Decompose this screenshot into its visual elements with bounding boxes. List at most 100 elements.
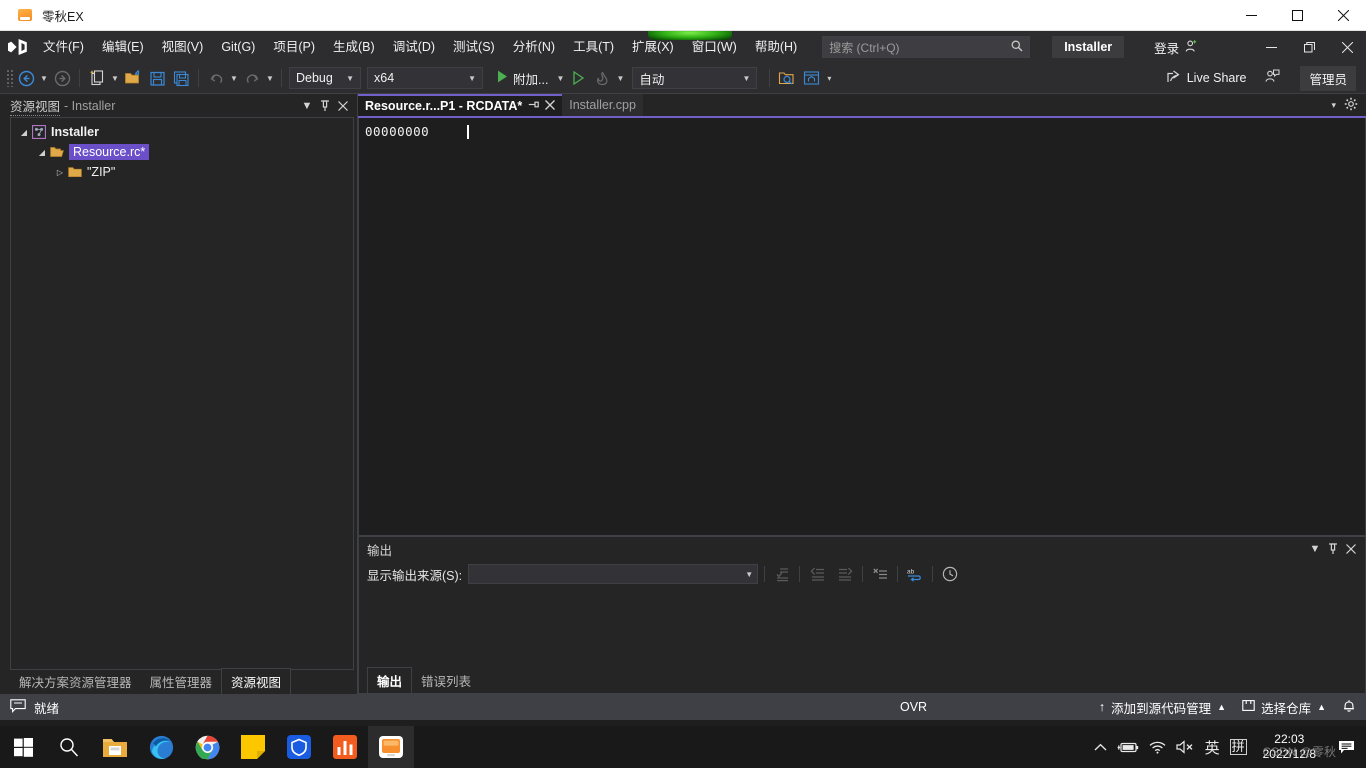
hot-reload-dropdown[interactable]: ▼ bbox=[614, 66, 626, 90]
dock-tab-resource-view[interactable]: 资源视图 bbox=[221, 668, 292, 694]
editor-tab-installer-cpp[interactable]: Installer.cpp bbox=[562, 94, 643, 116]
toggle-word-wrap-icon[interactable]: ab bbox=[904, 563, 926, 585]
find-in-files-icon[interactable] bbox=[775, 66, 799, 90]
quick-search-box[interactable]: 搜索 (Ctrl+Q) bbox=[822, 36, 1031, 58]
chart-app-icon[interactable] bbox=[322, 726, 368, 768]
sign-in-button[interactable]: 登录 bbox=[1154, 38, 1198, 57]
toolbar-grip[interactable] bbox=[6, 69, 14, 87]
notifications-button[interactable] bbox=[1342, 698, 1356, 716]
resource-tree[interactable]: ◢ Installer ◢ Resource.rc* ▷ "ZIP" bbox=[10, 117, 354, 670]
vs-restore-button[interactable] bbox=[1290, 31, 1328, 63]
start-button[interactable] bbox=[0, 726, 46, 768]
window-close-button[interactable] bbox=[1320, 0, 1366, 31]
security-shield-icon[interactable] bbox=[276, 726, 322, 768]
action-center-icon[interactable] bbox=[1332, 726, 1360, 768]
wifi-icon[interactable] bbox=[1149, 741, 1166, 754]
menu-build[interactable]: 生成(B) bbox=[324, 35, 384, 59]
taskbar-search-icon[interactable] bbox=[46, 726, 92, 768]
hex-editor-pane[interactable]: 00000000 bbox=[358, 118, 1366, 536]
panel-pin-icon[interactable] bbox=[317, 97, 333, 115]
attach-debugger-button[interactable]: 附加... bbox=[491, 66, 554, 90]
vs-close-button[interactable] bbox=[1328, 31, 1366, 63]
ime-language-indicator[interactable]: 英 bbox=[1205, 737, 1220, 758]
tab-pin-icon[interactable] bbox=[528, 99, 540, 113]
solution-configuration-combo[interactable]: Debug ▼ bbox=[289, 67, 361, 89]
new-item-icon[interactable] bbox=[85, 66, 109, 90]
debug-target-combo[interactable]: 自动 ▼ bbox=[632, 67, 758, 89]
output-pin-icon[interactable] bbox=[1325, 540, 1341, 558]
redo-icon[interactable] bbox=[240, 66, 264, 90]
menu-help[interactable]: 帮助(H) bbox=[746, 35, 806, 59]
save-icon[interactable] bbox=[145, 66, 169, 90]
menu-debug[interactable]: 调试(D) bbox=[384, 35, 444, 59]
status-overwrite-mode[interactable]: OVR bbox=[900, 700, 927, 714]
undo-dropdown[interactable]: ▼ bbox=[228, 66, 240, 90]
show-hidden-icons-chevron[interactable] bbox=[1094, 743, 1107, 752]
goto-message-icon[interactable] bbox=[771, 563, 793, 585]
output-close-icon[interactable] bbox=[1343, 540, 1359, 558]
next-message-icon[interactable] bbox=[834, 563, 856, 585]
panel-dropdown-icon[interactable]: ▼ bbox=[299, 97, 315, 115]
output-dropdown-icon[interactable]: ▼ bbox=[1307, 540, 1323, 558]
expander-icon[interactable]: ◢ bbox=[17, 128, 31, 137]
menu-tools[interactable]: 工具(T) bbox=[564, 35, 623, 59]
output-tab-output[interactable]: 输出 bbox=[367, 667, 413, 693]
previous-message-icon[interactable] bbox=[806, 563, 828, 585]
output-tab-error-list[interactable]: 错误列表 bbox=[412, 668, 480, 693]
menu-file[interactable]: 文件(F) bbox=[34, 35, 93, 59]
output-source-combo[interactable]: ▼ bbox=[468, 564, 759, 584]
expander-icon[interactable]: ◢ bbox=[35, 148, 49, 157]
volume-muted-icon[interactable] bbox=[1175, 740, 1195, 754]
clear-all-icon[interactable] bbox=[869, 563, 891, 585]
show-timestamps-icon[interactable] bbox=[939, 563, 961, 585]
gear-icon[interactable] bbox=[1344, 97, 1358, 114]
feedback-icon[interactable] bbox=[1264, 69, 1280, 87]
menu-project[interactable]: 项目(P) bbox=[264, 35, 324, 59]
navigate-back-icon[interactable] bbox=[14, 66, 38, 90]
panel-close-icon[interactable] bbox=[335, 97, 351, 115]
tabstrip-dropdown-icon[interactable]: ▾ bbox=[1331, 100, 1336, 111]
start-without-debugging-icon[interactable] bbox=[566, 66, 590, 90]
solution-explorer-home-icon[interactable] bbox=[799, 66, 823, 90]
tree-node-zip[interactable]: ▷ "ZIP" bbox=[11, 162, 353, 182]
tree-node-installer[interactable]: ◢ Installer bbox=[11, 122, 353, 142]
ime-mode-indicator[interactable]: 拼 bbox=[1229, 739, 1247, 755]
output-text-area[interactable] bbox=[359, 587, 1365, 669]
dock-tab-solution-explorer[interactable]: 解决方案资源管理器 bbox=[10, 669, 141, 694]
navigate-forward-icon[interactable] bbox=[50, 66, 74, 90]
battery-icon[interactable] bbox=[1117, 741, 1139, 754]
vs-minimize-button[interactable] bbox=[1252, 31, 1290, 63]
redo-dropdown[interactable]: ▼ bbox=[264, 66, 276, 90]
window-maximize-button[interactable] bbox=[1274, 0, 1320, 31]
attach-dropdown[interactable]: ▼ bbox=[554, 66, 566, 90]
microsoft-edge-icon[interactable] bbox=[138, 726, 184, 768]
expander-icon[interactable]: ▷ bbox=[53, 168, 67, 177]
save-all-icon[interactable] bbox=[169, 66, 193, 90]
dock-tab-property-manager[interactable]: 属性管理器 bbox=[141, 669, 222, 694]
menu-view[interactable]: 视图(V) bbox=[153, 35, 213, 59]
navigate-back-dropdown[interactable]: ▼ bbox=[38, 66, 50, 90]
menu-edit[interactable]: 编辑(E) bbox=[93, 35, 153, 59]
menu-test[interactable]: 测试(S) bbox=[444, 35, 504, 59]
live-share-label[interactable]: Live Share bbox=[1187, 71, 1247, 85]
taskbar-clock[interactable]: 22:03 2022/12/8 bbox=[1257, 732, 1322, 762]
solution-name-chip[interactable]: Installer bbox=[1052, 36, 1125, 58]
select-repository-button[interactable]: 选择仓库 ▲ bbox=[1242, 698, 1326, 717]
editor-tab-resource-rcdata[interactable]: Resource.r...P1 - RCDATA* bbox=[358, 94, 563, 116]
sticky-notes-icon[interactable] bbox=[230, 726, 276, 768]
window-minimize-button[interactable] bbox=[1228, 0, 1274, 31]
menu-analyze[interactable]: 分析(N) bbox=[504, 35, 564, 59]
google-chrome-icon[interactable] bbox=[184, 726, 230, 768]
tree-node-resource-rc[interactable]: ◢ Resource.rc* bbox=[11, 142, 353, 162]
add-to-source-control-button[interactable]: ↑ 添加到源代码管理 ▲ bbox=[1099, 698, 1226, 717]
new-item-dropdown[interactable]: ▼ bbox=[109, 66, 121, 90]
hot-reload-icon[interactable] bbox=[590, 66, 614, 90]
menu-git[interactable]: Git(G) bbox=[212, 35, 264, 59]
undo-icon[interactable] bbox=[204, 66, 228, 90]
solution-platform-combo[interactable]: x64 ▼ bbox=[367, 67, 483, 89]
file-explorer-icon[interactable] bbox=[92, 726, 138, 768]
open-file-icon[interactable] bbox=[121, 66, 145, 90]
toolbar-overflow-button[interactable]: ▾ bbox=[823, 66, 835, 90]
visual-studio-taskbar-icon[interactable] bbox=[368, 726, 414, 768]
tab-close-icon[interactable] bbox=[545, 99, 556, 113]
